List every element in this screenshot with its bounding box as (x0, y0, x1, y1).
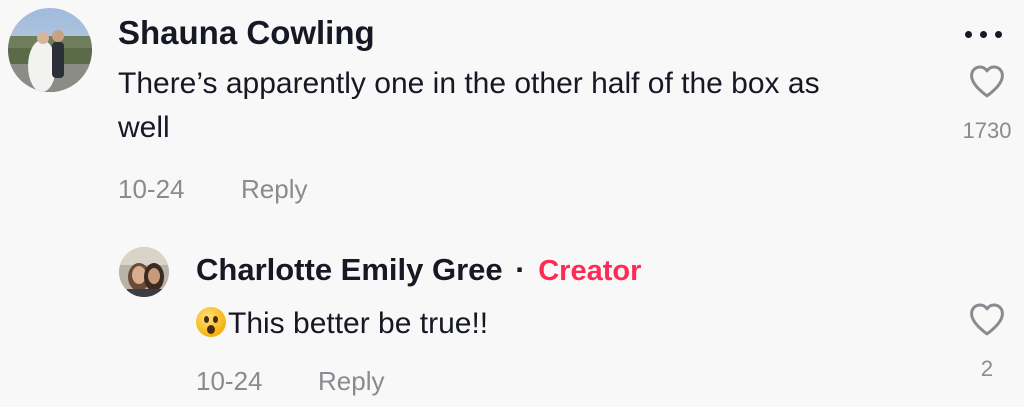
astonished-face-emoji-icon (196, 307, 226, 337)
reply-item: Charlotte Emily Gree · Creator This bett… (0, 230, 1024, 407)
avatar-photo (119, 247, 169, 297)
heart-outline-icon (970, 65, 1004, 98)
like-count: 1730 (962, 118, 1012, 143)
reply-button[interactable]: Reply (241, 174, 307, 205)
like-button[interactable] (966, 60, 1008, 102)
comment-item: Shauna Cowling There’s apparently one in… (0, 0, 1024, 215)
reply-button[interactable]: Reply (318, 366, 384, 397)
reply-date: 10-24 (196, 366, 263, 396)
creator-badge: Creator (538, 255, 642, 287)
reply-author-line: Charlotte Emily Gree · Creator (196, 252, 641, 288)
reply-author-name[interactable]: Charlotte Emily Gree (196, 252, 503, 287)
avatar[interactable] (119, 247, 169, 297)
like-button[interactable] (966, 298, 1008, 340)
comment-text: There’s apparently one in the other half… (118, 62, 948, 150)
avatar[interactable] (8, 8, 92, 92)
separator-dot: · (515, 252, 526, 287)
comment-text-line: There’s apparently one in the other half… (118, 67, 820, 100)
reply-text: This better be true!! (196, 302, 936, 346)
comment-author-name[interactable]: Shauna Cowling (118, 14, 375, 52)
reply-text-content: This better be true!! (228, 307, 489, 340)
avatar-photo (8, 8, 92, 92)
comment-text-line: well (118, 111, 170, 144)
more-options-button[interactable] (962, 22, 1010, 46)
heart-outline-icon (970, 303, 1004, 336)
like-count: 2 (980, 356, 994, 381)
comment-date: 10-24 (118, 174, 185, 204)
